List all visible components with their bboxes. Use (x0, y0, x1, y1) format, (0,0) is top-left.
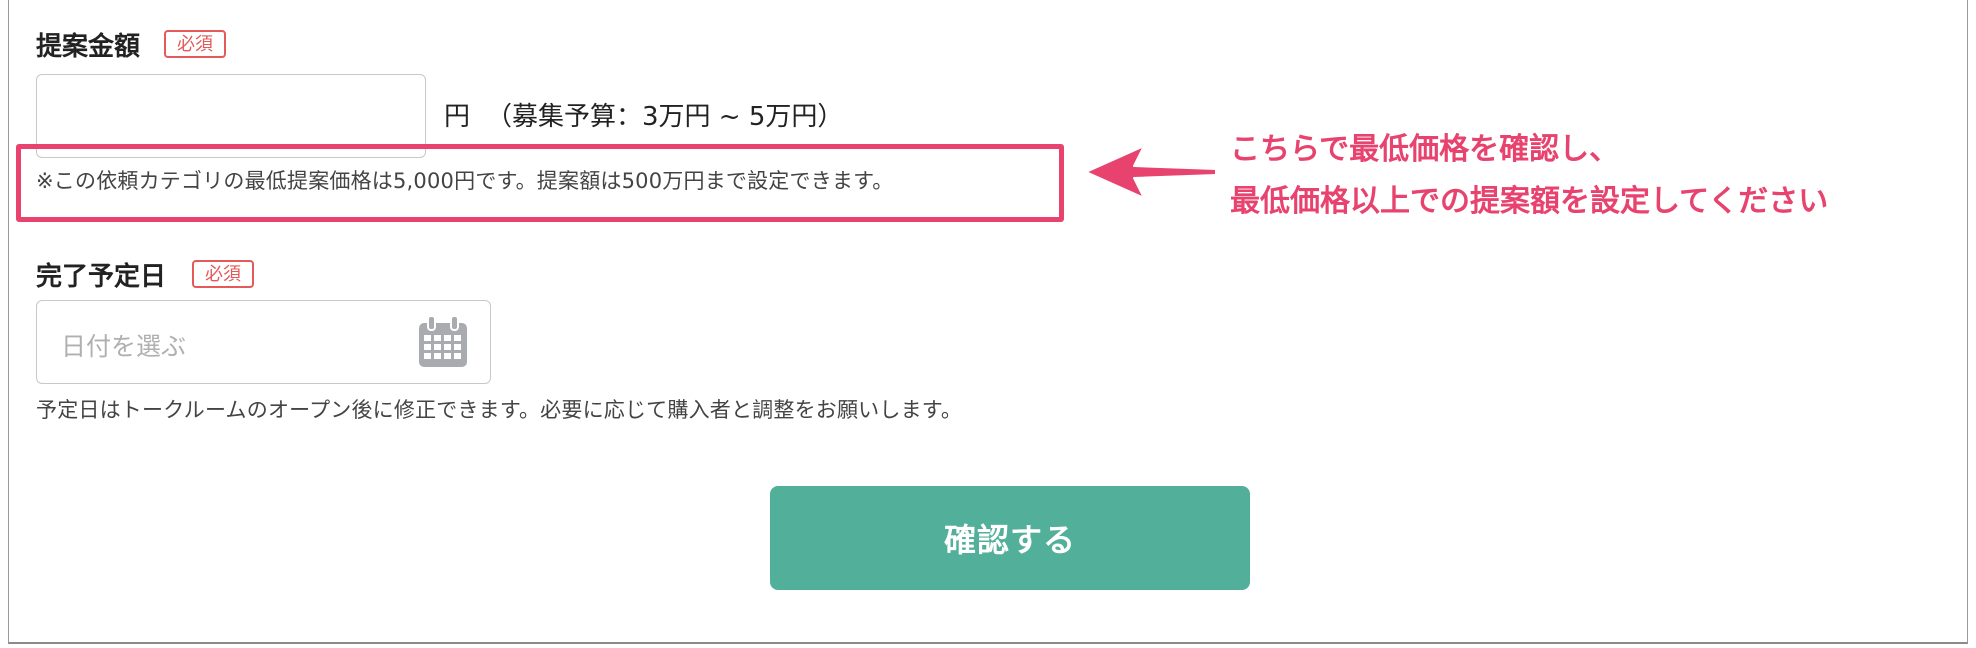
due-date-required-badge: 必須 (192, 260, 254, 288)
due-date-label: 完了予定日 (36, 262, 167, 292)
amount-required-badge: 必須 (164, 30, 226, 58)
annotation-line-1: こちらで最低価格を確認し、 (1230, 132, 1620, 167)
due-date-input[interactable]: 日付を選ぶ (36, 300, 491, 384)
budget-note: （募集予算：3万円 ~ 5万円） (486, 102, 844, 132)
amount-label: 提案金額 (36, 32, 141, 62)
confirm-button[interactable]: 確認する (770, 486, 1250, 590)
due-date-help-text: 予定日はトークルームのオープン後に修正できます。必要に応じて購入者と調整をお願い… (36, 398, 963, 422)
min-price-note: ※この依頼カテゴリの最低提案価格は5,000円です。提案額は500万円まで設定で… (36, 169, 894, 193)
calendar-icon[interactable] (417, 315, 469, 369)
annotation-line-2: 最低価格以上での提案額を設定してください (1230, 184, 1829, 219)
yen-unit-label: 円 (444, 102, 471, 132)
left-arrow-icon (1085, 145, 1217, 199)
due-date-placeholder: 日付を選ぶ (61, 332, 187, 361)
